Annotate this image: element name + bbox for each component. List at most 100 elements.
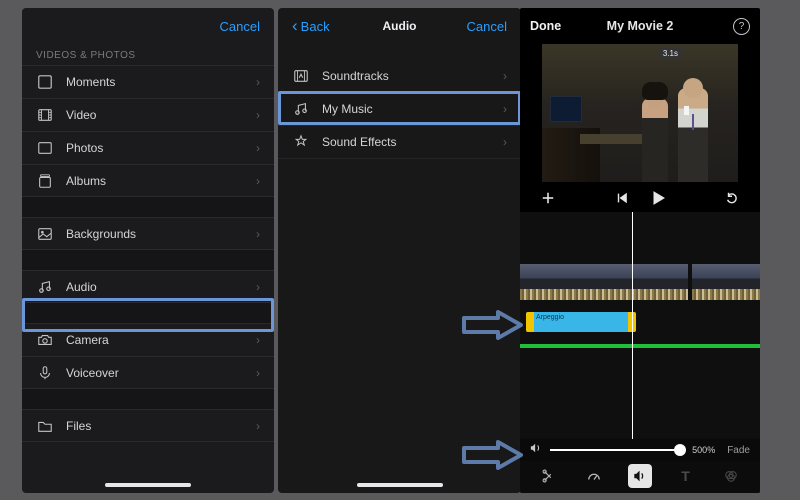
chevron-left-icon: ‹	[292, 16, 298, 36]
back-button[interactable]: ‹ Back	[292, 16, 330, 36]
row-label: Moments	[66, 75, 256, 89]
chevron-right-icon: ›	[503, 102, 507, 116]
volume-bar: 500% Fade	[520, 439, 760, 461]
chevron-right-icon: ›	[503, 135, 507, 149]
group-gap	[22, 303, 274, 323]
albums-icon	[36, 172, 54, 190]
sound-effects-icon	[292, 133, 310, 151]
moments-icon	[36, 73, 54, 91]
chevron-right-icon: ›	[256, 141, 260, 155]
preview-person	[642, 98, 668, 182]
video-preview[interactable]: 3.1s	[542, 44, 738, 182]
video-clip-thumb[interactable]	[692, 264, 734, 300]
row-label: My Music	[322, 102, 503, 116]
chevron-right-icon: ›	[256, 108, 260, 122]
preview-element	[692, 114, 694, 130]
photos-icon	[36, 139, 54, 157]
cancel-button[interactable]: Cancel	[220, 19, 260, 34]
group-gap	[22, 250, 274, 270]
section-header-videos-photos: VIDEOS & PHOTOS	[22, 44, 274, 65]
app-stage: Cancel VIDEOS & PHOTOS Moments › Video ›…	[0, 0, 800, 500]
group-gap	[22, 389, 274, 409]
audio-icon	[36, 278, 54, 296]
row-label: Video	[66, 108, 256, 122]
editor-topbar: Done My Movie 2 ?	[520, 8, 760, 44]
timeline[interactable]: Arpeggio	[520, 212, 760, 439]
chevron-right-icon: ›	[256, 419, 260, 433]
skip-back-button[interactable]	[614, 190, 630, 206]
clip-trim-handle-left[interactable]	[526, 312, 534, 332]
volume-tool[interactable]	[628, 464, 652, 488]
audio-clip-label: Arpeggio	[536, 314, 564, 321]
help-button[interactable]: ?	[733, 18, 750, 35]
row-label: Photos	[66, 141, 256, 155]
row-photos[interactable]: Photos ›	[22, 131, 274, 164]
filters-tool[interactable]	[719, 464, 743, 488]
video-clip-thumb[interactable]	[604, 264, 646, 300]
group-gap	[22, 197, 274, 217]
microphone-icon	[36, 364, 54, 382]
edit-toolbar: T	[520, 461, 760, 493]
transport-bar	[520, 182, 760, 212]
row-moments[interactable]: Moments ›	[22, 65, 274, 98]
home-indicator	[357, 483, 443, 487]
speed-tool[interactable]	[582, 464, 606, 488]
media-topbar: Cancel	[22, 8, 274, 44]
video-clip-thumb[interactable]	[562, 264, 604, 300]
chevron-right-icon: ›	[256, 333, 260, 347]
row-label: Voiceover	[66, 366, 256, 380]
video-clip-thumb[interactable]	[734, 264, 760, 300]
add-media-button[interactable]	[540, 190, 556, 206]
video-clip-thumb[interactable]	[646, 264, 688, 300]
chevron-right-icon: ›	[256, 280, 260, 294]
undo-button[interactable]	[724, 190, 740, 206]
row-files[interactable]: Files ›	[22, 409, 274, 442]
volume-percent: 500%	[692, 445, 715, 455]
video-track[interactable]	[520, 264, 760, 300]
music-note-icon	[292, 100, 310, 118]
camera-icon	[36, 331, 54, 349]
row-soundtracks[interactable]: Soundtracks ›	[278, 60, 521, 93]
editor-panel: Done My Movie 2 ? 3.1s	[520, 8, 760, 493]
row-label: Files	[66, 419, 256, 433]
row-camera[interactable]: Camera ›	[22, 323, 274, 356]
media-panel: Cancel VIDEOS & PHOTOS Moments › Video ›…	[22, 8, 274, 493]
audio-topbar: ‹ Back Audio Cancel	[278, 8, 521, 44]
row-albums[interactable]: Albums ›	[22, 164, 274, 197]
titles-tool[interactable]: T	[674, 464, 698, 488]
row-audio[interactable]: Audio ›	[22, 270, 274, 303]
preview-person	[678, 88, 708, 182]
row-my-music[interactable]: My Music ›	[278, 93, 521, 126]
audio-panel: ‹ Back Audio Cancel Soundtracks › My Mus…	[278, 8, 521, 493]
backgrounds-icon	[36, 225, 54, 243]
row-label: Audio	[66, 280, 256, 294]
row-video[interactable]: Video ›	[22, 98, 274, 131]
split-tool[interactable]	[537, 464, 561, 488]
music-track-bar[interactable]	[520, 344, 760, 348]
cancel-button[interactable]: Cancel	[467, 19, 507, 34]
volume-slider[interactable]	[550, 443, 684, 457]
audio-clip[interactable]: Arpeggio	[526, 312, 636, 332]
preview-element	[684, 106, 689, 115]
play-button[interactable]	[650, 190, 666, 206]
fade-button[interactable]: Fade	[727, 445, 750, 456]
row-sound-effects[interactable]: Sound Effects ›	[278, 126, 521, 159]
row-backgrounds[interactable]: Backgrounds ›	[22, 217, 274, 250]
back-label: Back	[301, 19, 330, 34]
chevron-right-icon: ›	[503, 69, 507, 83]
row-label: Camera	[66, 333, 256, 347]
chevron-right-icon: ›	[256, 174, 260, 188]
video-icon	[36, 106, 54, 124]
chevron-right-icon: ›	[256, 366, 260, 380]
chevron-right-icon: ›	[256, 75, 260, 89]
row-label: Soundtracks	[322, 69, 503, 83]
row-voiceover[interactable]: Voiceover ›	[22, 356, 274, 389]
audio-title: Audio	[383, 19, 417, 33]
playhead[interactable]	[632, 212, 633, 439]
done-button[interactable]: Done	[530, 19, 561, 33]
video-clip-thumb[interactable]	[520, 264, 562, 300]
preview-element	[550, 96, 582, 122]
row-label: Backgrounds	[66, 227, 256, 241]
volume-icon	[530, 441, 542, 459]
preview-time-badge: 3.1s	[659, 48, 682, 59]
